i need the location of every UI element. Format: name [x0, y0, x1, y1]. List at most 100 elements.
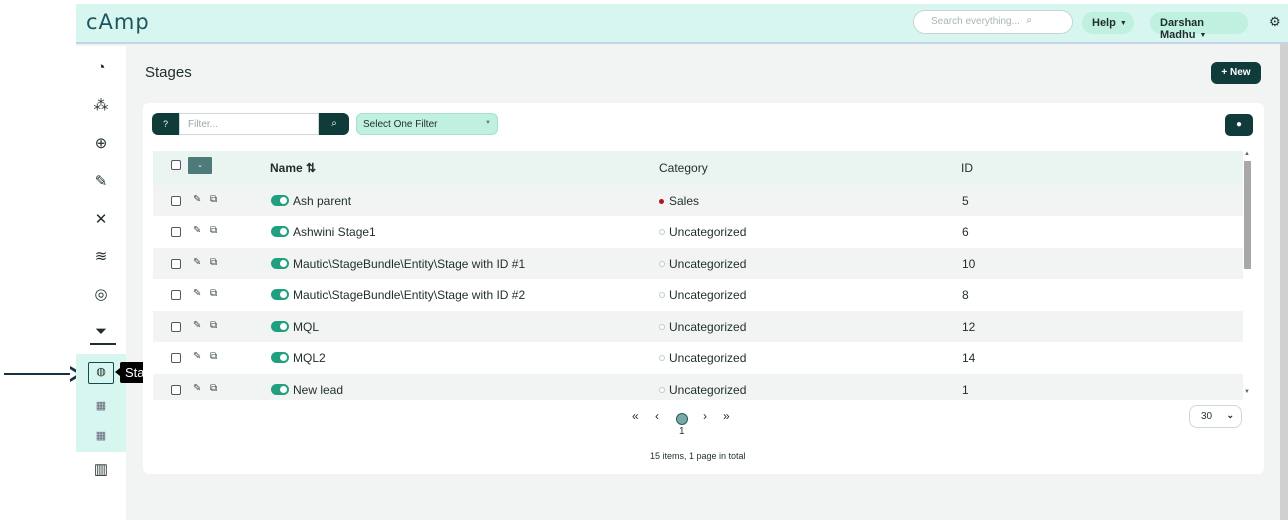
user-name: Darshan Madhu: [1160, 17, 1205, 41]
stage-name[interactable]: Ash parent: [293, 194, 351, 208]
per-page-value: 30: [1201, 411, 1213, 422]
top-bar: cAmp Search everything... ⌕ Help ▼ Darsha…: [76, 4, 1288, 44]
reports-chart-icon[interactable]: ▥: [91, 460, 111, 480]
copy-icon[interactable]: ⧉: [210, 257, 217, 268]
stage-id: 10: [962, 257, 976, 271]
publish-toggle[interactable]: [271, 289, 289, 300]
stage-category: Uncategorized: [669, 288, 747, 302]
user-menu-button[interactable]: Darshan Madhu ▼: [1150, 12, 1248, 41]
publish-toggle[interactable]: [271, 384, 289, 395]
chevron-down-icon: ▼: [485, 120, 491, 126]
table-row[interactable]: ✎ ⧉ MQL2 Uncategorized 14: [153, 342, 1243, 373]
global-search-input[interactable]: Search everything... ⌕: [913, 10, 1073, 34]
app-logo[interactable]: cAmp: [86, 10, 150, 34]
sidebar: ◔ ⁂ ⊕ ✎ ✕ ≋ ◎ ⏷ ◍ ▦ ▦ ▥: [76, 46, 126, 520]
funnel-icon[interactable]: ⏷: [91, 322, 111, 342]
table-row[interactable]: ✎ ⧉ Mautic\StageBundle\Entity\Stage with…: [153, 279, 1243, 310]
last-page-button[interactable]: »: [723, 409, 730, 423]
table-row[interactable]: ✎ ⧉ MQL Uncategorized 12: [153, 311, 1243, 342]
stage-name[interactable]: New lead: [293, 383, 343, 397]
target-icon[interactable]: ⊕: [91, 134, 111, 154]
publish-toggle[interactable]: [271, 258, 289, 269]
stage-id: 6: [962, 225, 969, 239]
bulk-actions-dropdown[interactable]: ⌄: [188, 157, 212, 174]
table-scrollbar-thumb[interactable]: [1244, 161, 1251, 269]
help-menu-button[interactable]: Help ▼: [1082, 12, 1134, 34]
row-checkbox[interactable]: [171, 353, 181, 363]
copy-icon[interactable]: ⧉: [210, 225, 217, 236]
page-title: Stages: [145, 64, 192, 81]
search-icon[interactable]: ⌕: [319, 113, 349, 135]
help-button[interactable]: ?: [152, 113, 179, 135]
nodes-icon[interactable]: ✕: [91, 210, 111, 230]
copy-icon[interactable]: ⧉: [210, 288, 217, 299]
stage-id: 1: [962, 383, 969, 397]
annotation-arrow-line: [4, 373, 78, 375]
row-checkbox[interactable]: [171, 385, 181, 395]
row-checkbox[interactable]: [171, 196, 181, 206]
row-checkbox[interactable]: [171, 259, 181, 269]
stages-icon[interactable]: ◍: [88, 362, 114, 384]
column-category-header: Category: [659, 161, 708, 175]
page-scrollbar[interactable]: [1280, 44, 1288, 520]
stage-name[interactable]: MQL: [293, 320, 319, 334]
table-row[interactable]: ✎ ⧉ New lead Uncategorized 1: [153, 374, 1243, 400]
edit-icon[interactable]: ✎: [193, 351, 201, 362]
stage-name[interactable]: Mautic\StageBundle\Entity\Stage with ID …: [293, 257, 525, 271]
publish-toggle[interactable]: [271, 226, 289, 237]
copy-icon[interactable]: ⧉: [210, 383, 217, 394]
table-row[interactable]: ✎ ⧉ Ashwini Stage1 Uncategorized 6: [153, 216, 1243, 247]
forms-edit-icon[interactable]: ✎: [91, 172, 111, 192]
calculator-icon[interactable]: ▦: [91, 396, 111, 416]
edit-icon[interactable]: ✎: [193, 257, 201, 268]
stage-category: Sales: [669, 194, 700, 208]
category-color-dot: [659, 292, 665, 298]
calculator-icon[interactable]: ▦: [91, 426, 111, 446]
select-all-checkbox[interactable]: [171, 160, 181, 170]
gear-icon[interactable]: ⚙: [1269, 14, 1281, 30]
copy-icon[interactable]: ⧉: [210, 320, 217, 331]
stages-card: ? Filter... ⌕ Select One Filter ▼ ● ⌄ Na…: [143, 103, 1264, 474]
search-placeholder: Search everything...: [931, 16, 1020, 27]
table-row[interactable]: ✎ ⧉ Mautic\StageBundle\Entity\Stage with…: [153, 248, 1243, 279]
contacts-network-icon[interactable]: ⁂: [91, 96, 111, 116]
table-header: ⌄ Name ⇅ Category ID: [153, 151, 1243, 185]
edit-icon[interactable]: ✎: [193, 194, 201, 205]
edit-icon[interactable]: ✎: [193, 288, 201, 299]
row-checkbox[interactable]: [171, 322, 181, 332]
filter-select[interactable]: Select One Filter ▼: [356, 113, 498, 135]
per-page-select[interactable]: 30 ⌄: [1189, 405, 1242, 428]
edit-icon[interactable]: ✎: [193, 320, 201, 331]
dashboard-gauge-icon[interactable]: ◔: [91, 58, 111, 78]
publish-toggle[interactable]: [271, 321, 289, 332]
column-name-header[interactable]: Name ⇅: [270, 161, 316, 175]
stage-name[interactable]: Mautic\StageBundle\Entity\Stage with ID …: [293, 288, 525, 302]
row-checkbox[interactable]: [171, 227, 181, 237]
edit-icon[interactable]: ✎: [193, 383, 201, 394]
new-button[interactable]: + New: [1211, 62, 1261, 84]
first-page-button[interactable]: «: [632, 409, 639, 423]
filter-input[interactable]: Filter...: [179, 113, 319, 135]
publish-toggle[interactable]: [271, 352, 289, 363]
scroll-up-arrow[interactable]: ▲: [1244, 151, 1250, 157]
stage-category: Uncategorized: [669, 351, 747, 365]
next-page-button[interactable]: ›: [703, 409, 707, 423]
current-page-number: 1: [679, 426, 685, 437]
person-icon[interactable]: ●: [1225, 114, 1253, 136]
prev-page-button[interactable]: ‹: [655, 409, 659, 423]
stage-name[interactable]: Ashwini Stage1: [293, 225, 376, 239]
stage-name[interactable]: MQL2: [293, 351, 326, 365]
copy-icon[interactable]: ⧉: [210, 351, 217, 362]
chevron-down-icon: ▼: [1199, 32, 1207, 39]
scroll-down-arrow[interactable]: ▼: [1244, 389, 1250, 395]
row-checkbox[interactable]: [171, 290, 181, 300]
copy-icon[interactable]: ⧉: [210, 194, 217, 205]
category-color-dot: [659, 324, 665, 330]
routes-icon[interactable]: ≋: [91, 247, 111, 267]
points-icon[interactable]: ◎: [91, 285, 111, 305]
edit-icon[interactable]: ✎: [193, 225, 201, 236]
current-page-indicator[interactable]: [676, 413, 688, 425]
publish-toggle[interactable]: [271, 195, 289, 206]
table-row[interactable]: ✎ ⧉ Ash parent Sales 5: [153, 185, 1243, 216]
stage-category: Uncategorized: [669, 383, 747, 397]
